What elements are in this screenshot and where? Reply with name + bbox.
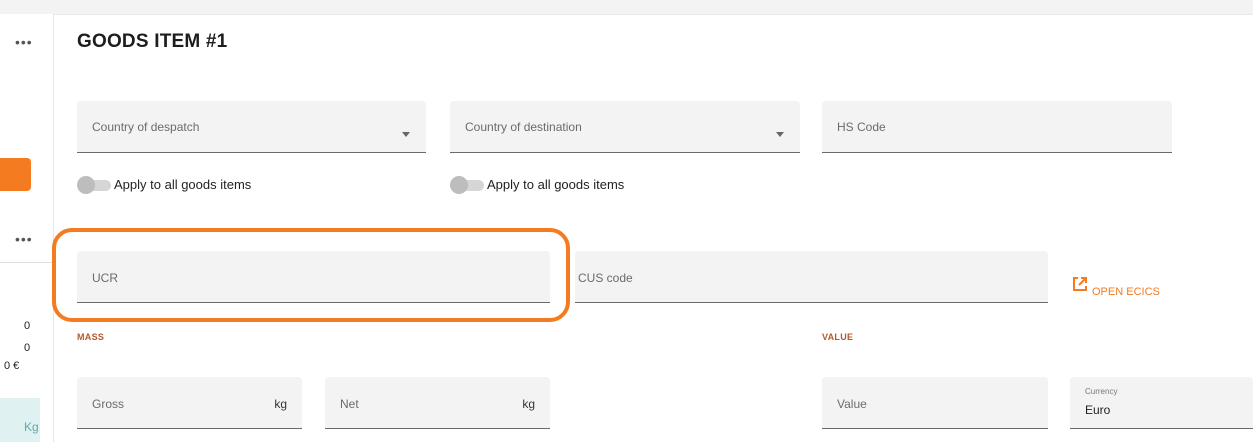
apply-all-destination-toggle[interactable] <box>450 175 484 195</box>
sidebar-value-2: 0 <box>24 342 31 354</box>
net-mass-input[interactable]: Net kg <box>325 377 550 429</box>
sidebar-divider <box>0 262 53 263</box>
gross-unit: kg <box>274 397 287 411</box>
country-of-destination-select[interactable]: Country of destination <box>450 101 800 153</box>
currency-label: Currency <box>1085 387 1118 396</box>
open-ecics-label: OPEN ECICS <box>1092 286 1160 298</box>
value-section-label: VALUE <box>822 332 854 342</box>
top-strip <box>0 0 1253 15</box>
sidebar-value-3: 0 € <box>4 360 20 372</box>
country-of-despatch-placeholder: Country of despatch <box>92 120 200 134</box>
net-placeholder: Net <box>340 397 359 411</box>
cus-code-input[interactable]: CUS code <box>575 251 1048 303</box>
chevron-down-icon <box>776 132 784 137</box>
cus-code-placeholder: CUS code <box>578 271 633 285</box>
sidebar-unit-box: Kg <box>0 398 40 442</box>
more-menu-icon[interactable]: ••• <box>15 35 33 49</box>
toggle-thumb <box>450 176 468 194</box>
toggle-thumb <box>77 176 95 194</box>
chevron-down-icon <box>402 132 410 137</box>
value-placeholder: Value <box>837 397 867 411</box>
sidebar-value-1: 0 <box>24 320 31 332</box>
gross-placeholder: Gross <box>92 397 125 411</box>
currency-select[interactable]: Currency Euro <box>1070 377 1253 429</box>
apply-all-destination-label: Apply to all goods items <box>487 177 625 192</box>
external-link-icon <box>1073 277 1087 291</box>
currency-value: Euro <box>1085 403 1111 417</box>
hs-code-placeholder: HS Code <box>837 120 886 134</box>
more-menu-icon-2[interactable]: ••• <box>15 232 33 246</box>
hs-code-input[interactable]: HS Code <box>822 101 1172 153</box>
left-sidebar <box>0 14 54 442</box>
country-of-despatch-select[interactable]: Country of despatch <box>77 101 426 153</box>
gross-mass-input[interactable]: Gross kg <box>77 377 302 429</box>
sidebar-unit: Kg <box>24 420 39 434</box>
value-input[interactable]: Value <box>822 377 1048 429</box>
country-of-destination-placeholder: Country of destination <box>465 120 582 134</box>
sidebar-active-tab[interactable] <box>0 158 31 191</box>
apply-all-despatch-label: Apply to all goods items <box>114 177 252 192</box>
ucr-highlight-outline <box>52 228 570 322</box>
apply-all-despatch-toggle[interactable] <box>77 175 111 195</box>
net-unit: kg <box>522 397 535 411</box>
page-title: GOODS ITEM #1 <box>77 31 228 52</box>
mass-section-label: MASS <box>77 332 105 342</box>
